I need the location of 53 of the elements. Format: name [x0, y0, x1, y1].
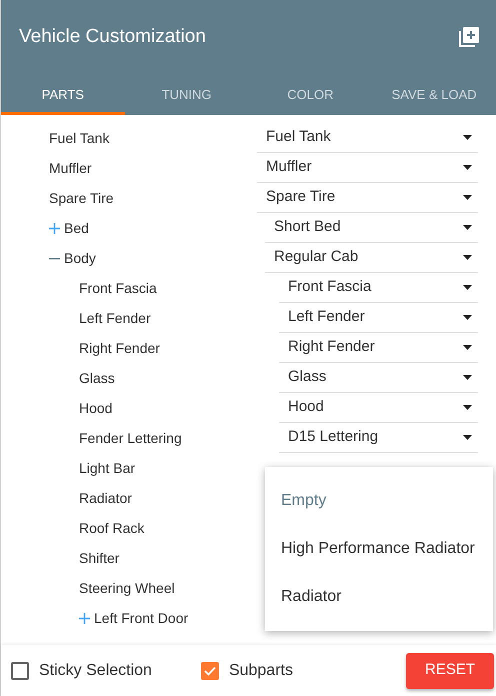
part-select[interactable]: Spare Tire — [257, 183, 478, 213]
part-label[interactable]: Front Fascia — [79, 278, 157, 298]
part-label[interactable]: Right Fender — [79, 338, 160, 358]
checkbox-label: Subparts — [228, 660, 293, 680]
caret-icon — [463, 165, 472, 170]
caret-icon — [463, 435, 472, 440]
part-label[interactable]: Bed — [64, 218, 89, 238]
caret-icon — [463, 225, 472, 230]
dropdown-option[interactable]: Empty — [265, 477, 493, 525]
caret-icon — [463, 345, 472, 350]
part-select[interactable]: Right Fender — [279, 333, 478, 363]
part-label[interactable]: Fuel Tank — [49, 128, 110, 148]
part-label[interactable]: Radiator — [79, 488, 132, 508]
reset-button[interactable]: RESET — [406, 652, 494, 688]
caret-icon — [463, 405, 472, 410]
check-icon — [204, 666, 216, 676]
part-label[interactable]: Left Front Door — [94, 608, 188, 628]
caret-icon — [463, 375, 472, 380]
part-label[interactable]: Left Fender — [79, 308, 151, 328]
part-label[interactable]: Hood — [79, 398, 112, 418]
add-layer-icon[interactable] — [458, 26, 480, 48]
part-select[interactable]: Left Fender — [279, 303, 478, 333]
part-select[interactable]: Hood — [279, 393, 478, 423]
part-label[interactable]: Steering Wheel — [79, 578, 175, 598]
caret-icon — [463, 285, 472, 290]
part-label[interactable]: Muffler — [49, 158, 92, 178]
checkbox-label: Sticky Selection — [39, 660, 152, 680]
part-label[interactable]: Fender Lettering — [79, 428, 182, 448]
part-select[interactable]: Glass — [279, 363, 478, 393]
expand-icon[interactable] — [79, 612, 90, 624]
checkbox[interactable] — [200, 662, 219, 680]
dropdown-option[interactable]: Radiator — [265, 573, 493, 621]
part-label[interactable]: Body — [64, 248, 96, 268]
tab[interactable]: PARTS — [1, 74, 125, 115]
caret-icon — [463, 135, 472, 140]
part-select[interactable]: D15 Lettering — [279, 423, 478, 453]
part-label[interactable]: Light Bar — [79, 458, 136, 478]
part-select[interactable]: Short Bed — [265, 213, 478, 243]
part-select[interactable]: Fuel Tank — [257, 123, 478, 153]
part-label[interactable]: Glass — [79, 368, 115, 388]
checkbox[interactable] — [11, 662, 29, 680]
part-select[interactable]: Muffler — [257, 153, 478, 183]
caret-icon — [463, 255, 472, 260]
caret-icon — [463, 315, 472, 320]
part-label[interactable]: Spare Tire — [49, 188, 114, 208]
caret-icon — [463, 195, 472, 200]
expand-icon[interactable] — [49, 222, 60, 234]
part-select[interactable]: Regular Cab — [265, 243, 478, 273]
part-label[interactable]: Roof Rack — [79, 518, 144, 538]
window-title: Vehicle Customization — [19, 24, 206, 49]
dropdown-option[interactable]: High Performance Radiator — [265, 525, 493, 573]
part-label[interactable]: Shifter — [79, 548, 120, 568]
part-select[interactable]: Front Fascia — [279, 273, 478, 303]
